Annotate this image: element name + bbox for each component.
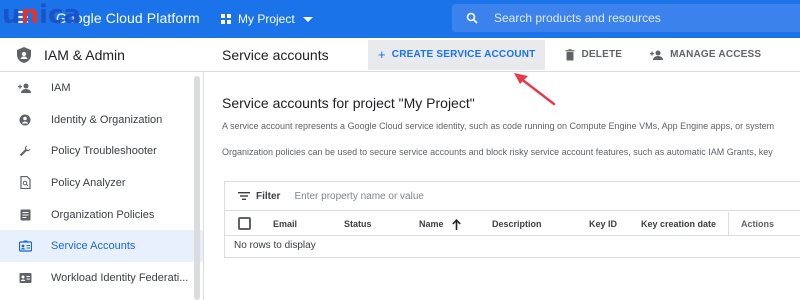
project-name: My Project xyxy=(238,12,295,26)
sidebar-item-label: Policy Troubleshooter xyxy=(51,145,157,158)
person-add-icon xyxy=(650,50,664,60)
person-add-icon xyxy=(18,81,32,95)
sidebar-item-organization-policies[interactable]: Organization Policies xyxy=(0,199,203,231)
workload-identity-icon xyxy=(18,271,32,285)
search-icon xyxy=(466,12,478,24)
project-selector[interactable]: My Project xyxy=(220,8,313,30)
list-document-icon xyxy=(18,208,32,222)
filter-icon xyxy=(238,192,250,200)
sidebar-item-label: Organization Policies xyxy=(51,208,155,221)
sidebar-header: IAM & Admin xyxy=(0,38,204,72)
empty-table-message: No rows to display xyxy=(234,240,316,251)
project-icon xyxy=(221,14,231,24)
filter-bar: Filter xyxy=(224,181,800,211)
column-key-creation-date[interactable]: Key creation date xyxy=(641,212,716,236)
sidebar-item-workload-identity-federation[interactable]: Workload Identity Federati... xyxy=(0,262,203,294)
sidebar-item-label: Identity & Organization xyxy=(51,113,163,126)
sidebar-title: IAM & Admin xyxy=(44,46,125,63)
caret-down-icon xyxy=(302,16,313,22)
sidebar-item-label: IAM xyxy=(51,81,71,94)
description-text: A service account represents a Google Cl… xyxy=(222,121,775,131)
delete-button[interactable]: DELETE xyxy=(555,41,632,69)
column-name[interactable]: Name xyxy=(419,212,461,236)
policy-description-text: Organization policies can be used to sec… xyxy=(222,147,773,157)
sidebar-scrollbar[interactable] xyxy=(194,76,200,300)
select-all-checkbox[interactable] xyxy=(238,217,251,230)
filter-input[interactable] xyxy=(294,190,595,202)
service-account-icon xyxy=(18,239,32,253)
search-bar[interactable] xyxy=(452,4,800,32)
column-status[interactable]: Status xyxy=(344,212,372,236)
red-arrow-annotation xyxy=(514,73,556,106)
column-name-label: Name xyxy=(419,219,444,229)
table-border-bottom xyxy=(224,257,800,258)
wrench-icon xyxy=(18,144,32,158)
sidebar-item-service-accounts[interactable]: Service Accounts xyxy=(0,230,203,263)
sidebar-nav: IAM Identity & Organization Policy Troub… xyxy=(0,72,204,300)
page-title: Service accounts xyxy=(222,46,329,63)
unica-watermark-logo: unica xyxy=(2,0,81,30)
plus-icon: + xyxy=(378,47,386,62)
top-bar: Google Cloud Platform My Project xyxy=(0,0,800,38)
create-service-account-button[interactable]: + CREATE SERVICE ACCOUNT xyxy=(368,39,546,70)
sidebar-item-label: Service Accounts xyxy=(51,240,136,253)
sidebar-item-identity-organization[interactable]: Identity & Organization xyxy=(0,104,203,136)
column-actions: Actions xyxy=(728,212,800,236)
column-email[interactable]: Email xyxy=(273,212,297,236)
sort-ascending-icon[interactable] xyxy=(451,218,461,230)
account-circle-icon xyxy=(18,113,32,127)
table-header: Email Status Name Description Key ID Key… xyxy=(224,212,800,236)
sidebar-item-label: Policy Analyzer xyxy=(51,176,126,189)
sidebar-item-iam[interactable]: IAM xyxy=(0,72,203,104)
sidebar-item-label: Workload Identity Federati... xyxy=(51,271,189,284)
main-header: Service accounts + CREATE SERVICE ACCOUN… xyxy=(204,38,800,72)
column-description[interactable]: Description xyxy=(492,212,542,236)
filter-label: Filter xyxy=(256,190,281,202)
sidebar-item-policy-analyzer[interactable]: Policy Analyzer xyxy=(0,167,203,199)
shield-icon xyxy=(17,46,31,63)
sidebar-item-policy-troubleshooter[interactable]: Policy Troubleshooter xyxy=(0,135,203,167)
table-border-left xyxy=(224,181,225,258)
manage-access-button[interactable]: MANAGE ACCESS xyxy=(640,41,771,69)
document-search-icon xyxy=(18,176,32,190)
manage-access-label: MANAGE ACCESS xyxy=(670,49,762,60)
column-key-id[interactable]: Key ID xyxy=(589,212,617,236)
delete-button-label: DELETE xyxy=(581,49,623,60)
trash-icon xyxy=(565,48,575,60)
create-button-label: CREATE SERVICE ACCOUNT xyxy=(391,49,536,60)
search-input[interactable] xyxy=(494,11,774,25)
section-heading: Service accounts for project "My Project… xyxy=(222,95,475,111)
